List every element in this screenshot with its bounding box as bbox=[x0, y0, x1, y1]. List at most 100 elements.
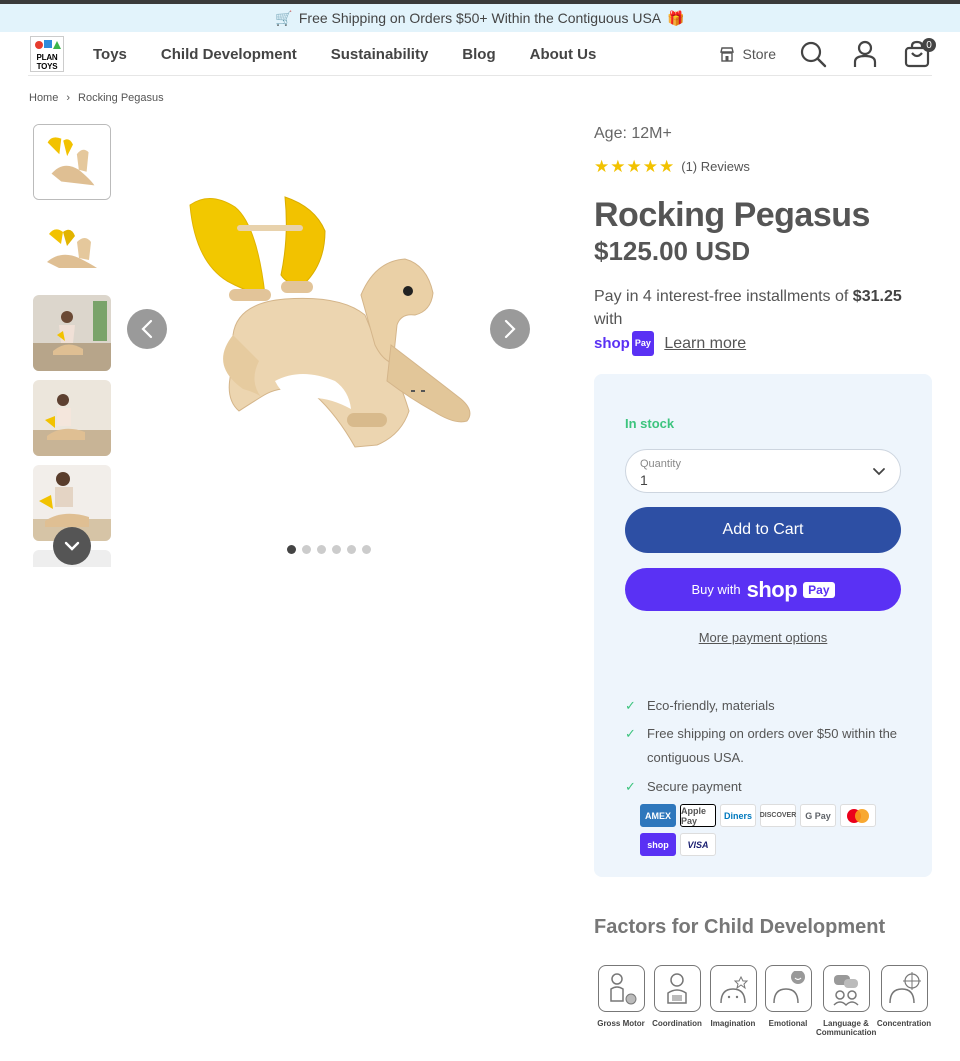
feature-text: Secure payment bbox=[647, 779, 742, 794]
chevron-down-icon bbox=[64, 541, 80, 551]
imagination-figure bbox=[720, 975, 749, 1003]
diners-club-icon: Diners bbox=[720, 804, 756, 827]
star-icon: ★ bbox=[659, 157, 675, 176]
google-pay-icon: G Pay bbox=[800, 804, 836, 827]
shop-pay-word: shop bbox=[594, 335, 630, 352]
more-payment-options-link[interactable]: More payment options bbox=[625, 630, 901, 645]
carousel-dot[interactable] bbox=[332, 545, 341, 554]
feature-text-line1: Free shipping on orders over $50 within … bbox=[647, 726, 898, 741]
chevron-right-icon: › bbox=[66, 92, 71, 104]
carousel-dot[interactable] bbox=[287, 545, 296, 554]
pegasus-side-thumbnail-image bbox=[33, 210, 111, 286]
nav-about-us[interactable]: About Us bbox=[530, 46, 597, 63]
product-price: $125.00 USD bbox=[594, 236, 751, 266]
cart-button[interactable]: 0 bbox=[902, 38, 936, 69]
add-to-cart-button[interactable]: Add to Cart bbox=[625, 507, 901, 553]
promo-banner[interactable]: 🛒 Free Shipping on Orders $50+ Within th… bbox=[0, 4, 960, 32]
factor-label: Gross Motor bbox=[597, 1019, 645, 1028]
visa-icon: VISA bbox=[680, 833, 716, 856]
discover-icon: DISCOVER bbox=[760, 804, 796, 827]
chevron-left-icon bbox=[141, 319, 153, 339]
feature-shipping: ✓ Free shipping on orders over $50 withi… bbox=[625, 722, 897, 770]
logo-blue-square bbox=[44, 40, 52, 48]
pay-badge: Pay bbox=[803, 581, 835, 598]
thumbnails-scroll-down-button[interactable] bbox=[53, 527, 91, 565]
age-label: Age: 12M+ bbox=[594, 125, 672, 142]
child-riding-thumbnail-image bbox=[33, 295, 111, 371]
language-figure bbox=[833, 974, 859, 1006]
reviews-count[interactable]: (1) Reviews bbox=[681, 159, 750, 174]
nav-toys[interactable]: Toys bbox=[93, 46, 127, 63]
shop-pay-icon: shop bbox=[640, 833, 676, 856]
thumbnail-list bbox=[33, 123, 111, 567]
star-icon: ★ bbox=[626, 157, 642, 176]
quantity-select[interactable]: Quantity 1 bbox=[625, 449, 901, 493]
apple-pay-icon: Apple Pay bbox=[680, 804, 716, 827]
header-divider bbox=[28, 75, 932, 76]
factor-coordination: Coordination bbox=[647, 965, 707, 1028]
installment-with: with bbox=[594, 311, 623, 328]
concentration-icon bbox=[880, 965, 928, 1012]
factor-emotional: Emotional bbox=[758, 965, 818, 1028]
previous-image-button[interactable] bbox=[127, 309, 167, 349]
shop-pay-logo: shop Pay bbox=[594, 331, 654, 356]
breadcrumb-home[interactable]: Home bbox=[29, 92, 58, 104]
plantoys-logo[interactable]: PLAN TOYS bbox=[30, 36, 64, 72]
coordination-icon bbox=[653, 965, 701, 1012]
breadcrumb-current: Rocking Pegasus bbox=[78, 92, 164, 104]
carousel-dot[interactable] bbox=[302, 545, 311, 554]
factor-gross-motor: Gross Motor bbox=[591, 965, 651, 1028]
installment-text: Pay in 4 interest-free installments of bbox=[594, 288, 849, 305]
logo-text-toys: TOYS bbox=[36, 62, 58, 71]
store-link[interactable]: Store bbox=[719, 46, 776, 62]
feature-eco: ✓ Eco-friendly, materials bbox=[625, 694, 775, 718]
mastercard-logo bbox=[847, 808, 869, 823]
concentration-figure bbox=[889, 971, 921, 1003]
account-button[interactable] bbox=[850, 39, 880, 69]
check-icon: ✓ bbox=[625, 698, 636, 713]
gross-motor-icon bbox=[597, 965, 645, 1012]
logo-red-dot bbox=[35, 41, 43, 49]
logo-text-plan: PLAN bbox=[36, 53, 58, 62]
factor-concentration: Concentration bbox=[874, 965, 934, 1028]
child-side-thumbnail-image bbox=[33, 380, 111, 456]
product-title: Rocking Pegasus bbox=[594, 196, 870, 234]
coordination-figure bbox=[667, 972, 687, 1004]
factor-label: Concentration bbox=[876, 1019, 932, 1028]
breadcrumb: Home › Rocking Pegasus bbox=[29, 92, 164, 104]
chevron-down-icon bbox=[873, 468, 885, 476]
cart-icon: 🛒 bbox=[275, 9, 293, 26]
thumbnail-4[interactable] bbox=[33, 380, 111, 456]
nav-blog[interactable]: Blog bbox=[462, 46, 495, 63]
header-actions: Store 0 bbox=[719, 32, 936, 76]
learn-more-link[interactable]: Learn more bbox=[664, 335, 746, 352]
star-icon: ★ bbox=[642, 157, 658, 176]
emotional-icon bbox=[764, 965, 812, 1012]
factor-label: Coordination bbox=[652, 1019, 702, 1028]
feature-secure: ✓ Secure payment bbox=[625, 775, 742, 799]
store-icon bbox=[719, 46, 734, 62]
site-header: PLAN TOYS Toys Child Development Sustain… bbox=[0, 32, 960, 76]
factor-label: Emotional bbox=[768, 1019, 808, 1028]
thumbnail-1[interactable] bbox=[33, 124, 111, 200]
search-button[interactable] bbox=[798, 39, 828, 69]
buy-with-shop-pay-button[interactable]: Buy with shop Pay bbox=[625, 568, 901, 611]
rating[interactable]: ★ ★ ★ ★ ★ (1) Reviews bbox=[594, 158, 750, 175]
nav-child-development[interactable]: Child Development bbox=[161, 46, 297, 63]
nav-sustainability[interactable]: Sustainability bbox=[331, 46, 429, 63]
mastercard-icon bbox=[840, 804, 876, 827]
store-label: Store bbox=[742, 46, 776, 62]
next-image-button[interactable] bbox=[490, 309, 530, 349]
buy-with-label: Buy with bbox=[691, 582, 741, 597]
pegasus-thumbnail-image bbox=[34, 125, 110, 199]
carousel-dots bbox=[287, 545, 371, 554]
factors-heading: Factors for Child Development bbox=[594, 916, 886, 938]
feature-text-line2: contiguous USA. bbox=[647, 750, 744, 765]
thumbnail-3[interactable] bbox=[33, 295, 111, 371]
shop-wordmark: shop bbox=[746, 576, 798, 602]
carousel-dot[interactable] bbox=[362, 545, 371, 554]
gross-motor-figure bbox=[610, 972, 637, 1004]
carousel-dot[interactable] bbox=[317, 545, 326, 554]
carousel-dot[interactable] bbox=[347, 545, 356, 554]
thumbnail-2[interactable] bbox=[33, 210, 111, 286]
